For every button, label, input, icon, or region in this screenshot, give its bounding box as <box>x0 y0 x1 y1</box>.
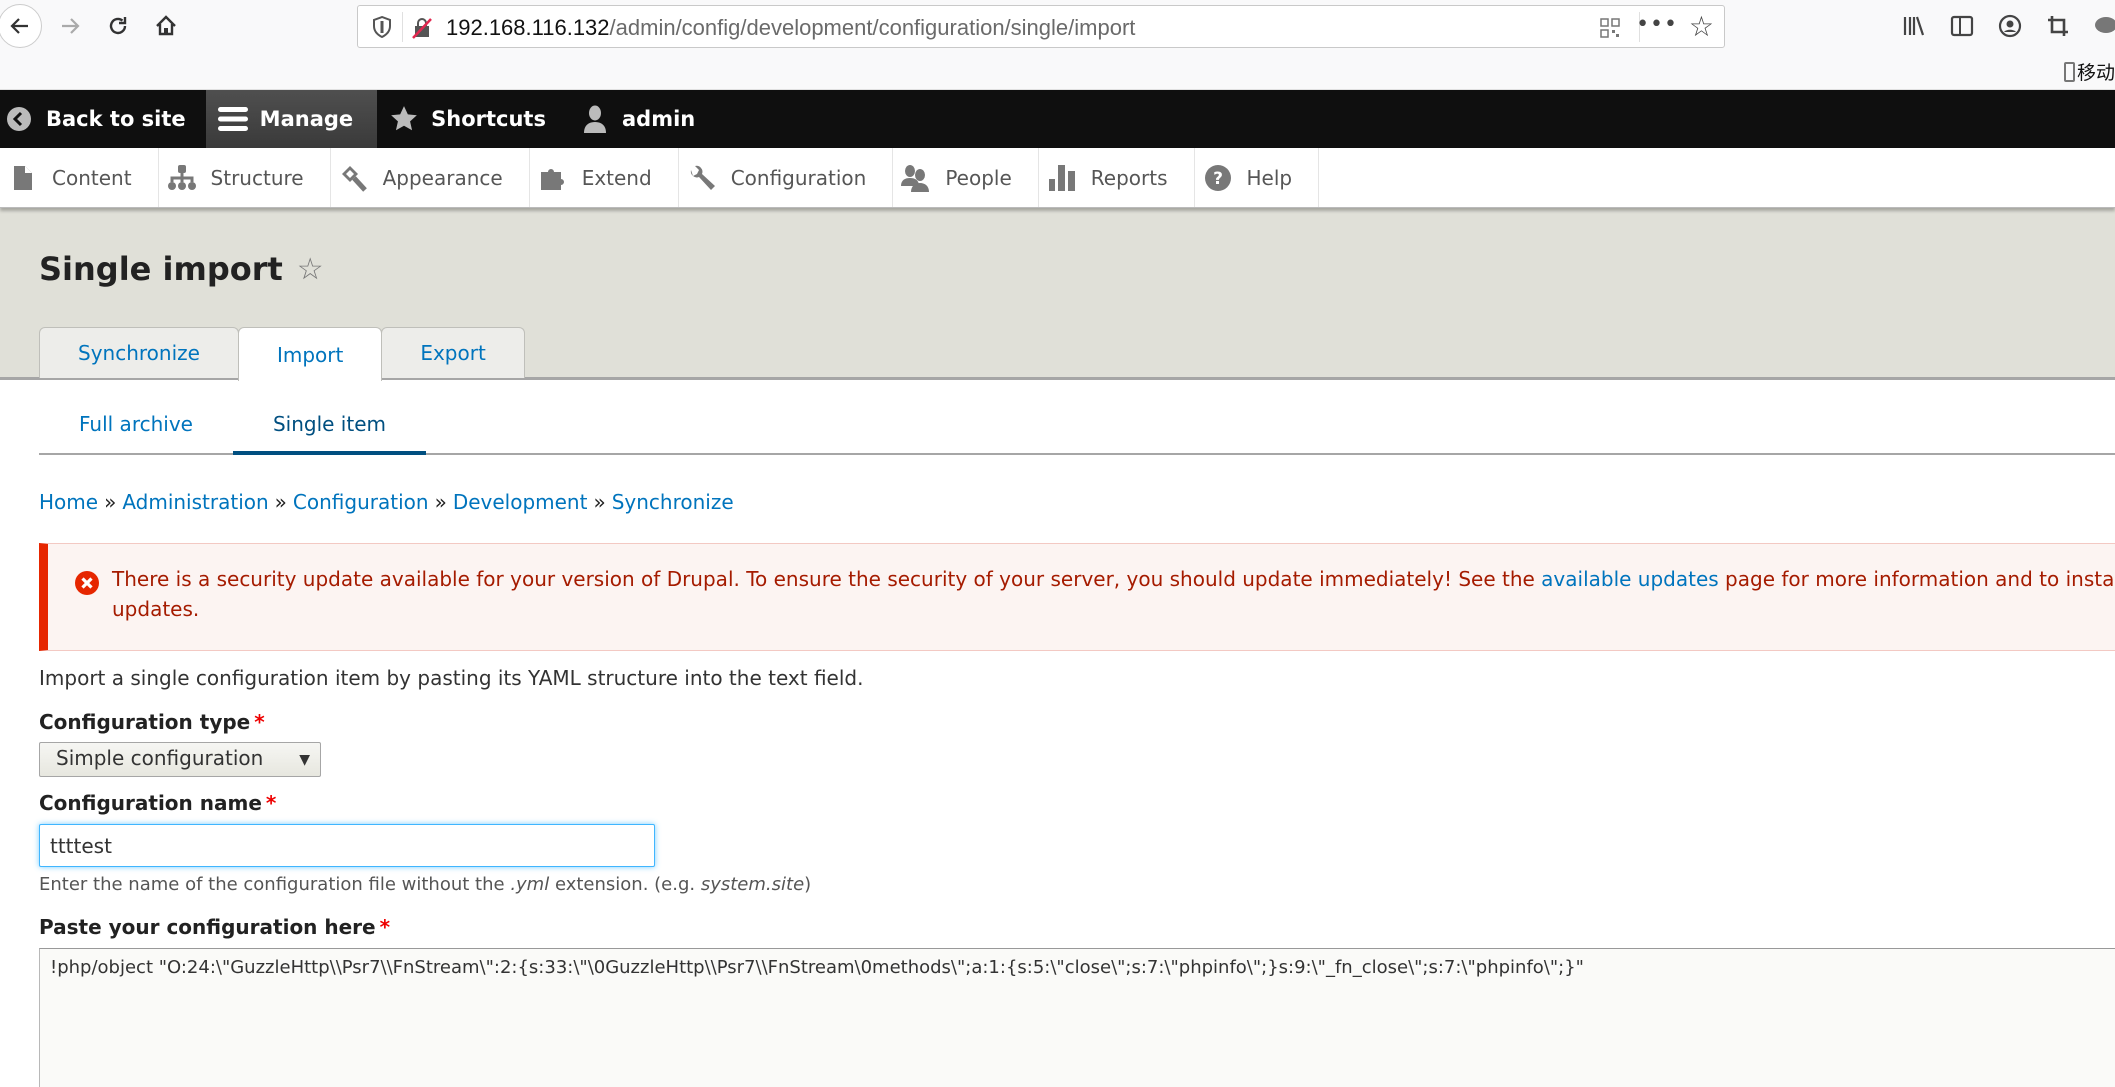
screenshot-crop-icon[interactable] <box>2034 8 2082 44</box>
paste-config-label: Paste your configuration here * <box>39 915 391 939</box>
required-marker: * <box>265 791 277 815</box>
bookmark-star-icon[interactable]: ☆ <box>1689 10 1714 43</box>
page-header: Single import ☆ Synchronize Import Expor… <box>0 208 2115 381</box>
error-x-circle-icon <box>75 571 99 595</box>
sitemap-icon <box>167 163 197 193</box>
sidebar-icon[interactable] <box>1938 8 1986 44</box>
insecure-lock-icon[interactable] <box>410 16 434 40</box>
admin-toolbar-tray: Content Structure Appearance Extend Conf… <box>0 148 2115 208</box>
user-icon <box>580 104 610 134</box>
qr-code-icon[interactable] <box>1600 18 1620 38</box>
svg-text:?: ? <box>1213 169 1223 189</box>
breadcrumb-development[interactable]: Development <box>453 490 588 514</box>
required-marker: * <box>254 710 265 734</box>
config-name-input[interactable] <box>39 824 655 867</box>
config-type-select[interactable]: Simple configuration ▼ <box>39 742 321 777</box>
library-icon[interactable] <box>1890 8 1938 44</box>
subtab-single-item[interactable]: Single item <box>232 395 427 455</box>
breadcrumb-administration[interactable]: Administration <box>122 490 268 514</box>
primary-tabs: Synchronize Import Export <box>39 327 525 381</box>
tray-item-reports[interactable]: Reports <box>1039 148 1195 207</box>
admin-toolbar: Back to site Manage Shortcuts admin <box>0 90 2115 148</box>
document-icon <box>8 163 38 193</box>
account-icon[interactable] <box>1986 8 2034 44</box>
tray-item-people[interactable]: People <box>893 148 1039 207</box>
tab-export[interactable]: Export <box>381 327 525 378</box>
toolbar-shortcuts[interactable]: Shortcuts <box>377 90 566 148</box>
paintbrush-icon <box>339 163 369 193</box>
tracking-shield-icon <box>373 16 391 38</box>
chevron-left-circle-icon <box>4 104 34 134</box>
toolbar-back-to-site[interactable]: Back to site <box>0 90 206 148</box>
star-icon <box>389 104 419 134</box>
available-updates-link[interactable]: available updates <box>1541 567 1719 591</box>
breadcrumb-configuration[interactable]: Configuration <box>293 490 429 514</box>
forward-button[interactable] <box>48 4 92 48</box>
breadcrumb: Home» Administration» Configuration» Develo… <box>39 490 734 514</box>
url-text[interactable]: 192.168.116.132/admin/config/development… <box>446 15 1135 41</box>
browser-chrome: 192.168.116.132/admin/config/development… <box>0 0 2115 90</box>
arrow-left-icon <box>10 18 28 34</box>
tab-synchronize[interactable]: Synchronize <box>39 327 239 378</box>
hamburger-icon <box>217 104 248 134</box>
form-intro: Import a single configuration item by pa… <box>39 666 864 690</box>
address-bar[interactable]: 192.168.116.132/admin/config/development… <box>357 5 1725 48</box>
chat-bubble-icon[interactable] <box>2082 8 2115 44</box>
toolbar-user[interactable]: admin <box>566 90 715 148</box>
tray-item-content[interactable]: Content <box>0 148 159 207</box>
page-title: Single import ☆ <box>39 250 324 288</box>
urlbar-divider <box>402 12 403 42</box>
puzzle-icon <box>538 163 568 193</box>
breadcrumb-synchronize[interactable]: Synchronize <box>612 490 734 514</box>
toolbar-manage[interactable]: Manage <box>205 90 378 148</box>
security-update-error-message: There is a security update available for… <box>39 543 2115 651</box>
required-marker: * <box>379 915 391 939</box>
config-yaml-textarea[interactable]: !php/object "O:24:\"GuzzleHttp\\Psr7\\Fn… <box>39 948 2115 1087</box>
people-icon <box>901 163 931 193</box>
tray-item-configuration[interactable]: Configuration <box>679 148 894 207</box>
mobile-bookmark[interactable]: 移动 <box>2063 58 2115 85</box>
tray-item-help[interactable]: ? Help <box>1195 148 1320 207</box>
dropdown-caret-icon: ▼ <box>299 752 310 768</box>
tray-item-extend[interactable]: Extend <box>530 148 679 207</box>
tray-item-structure[interactable]: Structure <box>159 148 331 207</box>
tray-item-appearance[interactable]: Appearance <box>331 148 530 207</box>
message-text: There is a security update available for… <box>112 567 2115 621</box>
subtab-full-archive[interactable]: Full archive <box>39 395 233 453</box>
config-name-label: Configuration name * <box>39 791 277 815</box>
breadcrumb-home[interactable]: Home <box>39 490 98 514</box>
reload-button[interactable] <box>96 4 140 48</box>
browser-toolbar-right <box>1890 8 2115 44</box>
reload-icon <box>109 17 127 35</box>
arrow-right-icon <box>62 18 80 34</box>
secondary-tabs: Full archive Single item <box>39 395 2115 455</box>
shortcut-star-icon[interactable]: ☆ <box>297 252 324 287</box>
phone-icon <box>2063 61 2075 82</box>
home-icon <box>156 15 176 36</box>
home-button[interactable] <box>144 4 188 48</box>
config-type-label: Configuration type * <box>39 710 265 734</box>
question-icon: ? <box>1203 163 1233 193</box>
config-name-description: Enter the name of the configuration file… <box>39 874 812 895</box>
wrench-icon <box>687 163 717 193</box>
page-actions-icon[interactable]: ••• <box>1636 12 1678 37</box>
tab-import[interactable]: Import <box>237 327 383 381</box>
bar-chart-icon <box>1047 163 1077 193</box>
back-button[interactable] <box>0 4 42 48</box>
